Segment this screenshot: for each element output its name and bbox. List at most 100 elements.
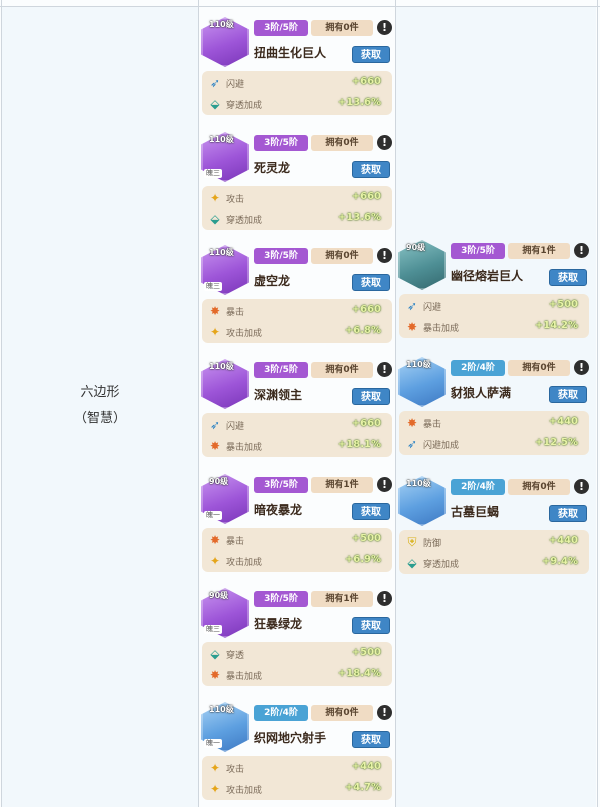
info-icon[interactable]: ! (377, 477, 392, 492)
owned-count: 拥有0件 (311, 248, 373, 264)
row-label: 六边形 （智慧） (2, 380, 198, 432)
owned-count: 拥有0件 (311, 135, 373, 151)
row-label-attribute: （智慧） (73, 411, 126, 426)
get-button[interactable]: 获取 (352, 46, 390, 63)
owned-count: 拥有1件 (311, 477, 373, 493)
stat-name: 穿透加成 (423, 560, 460, 570)
get-button[interactable]: 获取 (352, 617, 390, 634)
stage-badge: 3阶/5阶 (254, 248, 308, 264)
get-button[interactable]: 获取 (352, 503, 390, 520)
pierce-icon: ⬙ (210, 647, 220, 661)
stat-value: +500 (548, 299, 578, 310)
info-icon[interactable]: ! (377, 705, 392, 720)
level-badge: 110级 (209, 135, 234, 144)
stage-badge: 2阶/4阶 (451, 479, 505, 495)
pet-card-header: 110级 魄一 2阶/4阶 拥有0件 ! 织网地穴射手 获取 (201, 701, 393, 753)
pet-name: 虚空龙 (254, 274, 291, 288)
get-button[interactable]: 获取 (352, 388, 390, 405)
attack-icon: ✦ (209, 325, 221, 339)
stat-name: 暴击加成 (226, 672, 263, 682)
stat-name: 暴击加成 (423, 324, 460, 334)
table-right-border (597, 0, 598, 807)
stat-row: ✸ 暴击 +500 (202, 530, 392, 550)
stat-row: ⛨ 防御 +440 (399, 532, 589, 552)
stat-name: 攻击加成 (226, 786, 263, 796)
stat-value: +4.7% (344, 782, 381, 793)
stat-value: +6.9% (344, 554, 381, 565)
pierce-icon: ⬙ (210, 97, 220, 111)
owned-count: 拥有0件 (311, 20, 373, 36)
stat-row: ✸ 暴击加成 +18.4% (202, 665, 392, 685)
stage-badge: 3阶/5阶 (254, 591, 308, 607)
column-divider-2 (395, 0, 396, 807)
info-icon[interactable]: ! (377, 20, 392, 35)
level-badge: 90级 (209, 477, 229, 486)
stat-name: 暴击 (226, 308, 245, 318)
stat-value: +440 (351, 761, 381, 772)
stat-row: ➶ 闪避 +660 (202, 73, 392, 93)
stat-value: +12.5% (534, 437, 578, 448)
stat-row: ➶ 闪避 +500 (399, 296, 589, 316)
get-button[interactable]: 获取 (549, 505, 587, 522)
stat-panel: ⛨ 防御 +440 ⬙ 穿透加成 +9.4% (399, 530, 589, 574)
pierce-icon: ⬙ (407, 556, 417, 570)
level-badge: 90级 (209, 591, 229, 600)
level-badge: 110级 (406, 360, 431, 369)
pet-card-header: 110级 魄三 3阶/5阶 拥有0件 ! 死灵龙 获取 (201, 131, 393, 183)
owned-count: 拥有0件 (508, 360, 570, 376)
stat-name: 攻击 (226, 765, 245, 775)
get-button[interactable]: 获取 (352, 161, 390, 178)
stage-badge: 2阶/4阶 (254, 705, 308, 721)
pet-name: 死灵龙 (254, 161, 291, 175)
get-button[interactable]: 获取 (352, 274, 390, 291)
crit-icon: ✸ (406, 320, 418, 334)
row-label-shape: 六边形 (80, 385, 120, 400)
pet-card-header: 90级 魄一 3阶/5阶 拥有1件 ! 暗夜暴龙 获取 (201, 473, 393, 525)
info-icon[interactable]: ! (377, 591, 392, 606)
stat-value: +440 (548, 535, 578, 546)
stat-row: ✦ 攻击加成 +6.8% (202, 322, 392, 342)
attack-icon: ✦ (209, 761, 221, 775)
attack-icon: ✦ (209, 554, 221, 568)
info-icon[interactable]: ! (377, 248, 392, 263)
info-icon[interactable]: ! (377, 362, 392, 377)
stat-name: 闪避 (226, 422, 245, 432)
dodge-icon: ➶ (209, 76, 221, 90)
stat-panel: ✦ 攻击 +660 ⬙ 穿透加成 +13.6% (202, 186, 392, 230)
stat-value: +18.4% (337, 668, 381, 679)
get-button[interactable]: 获取 (352, 731, 390, 748)
stat-name: 穿透 (226, 651, 245, 661)
stat-name: 暴击加成 (226, 443, 263, 453)
stat-panel: ➶ 闪避 +660 ✸ 暴击加成 +18.1% (202, 413, 392, 457)
stat-name: 攻击加成 (226, 329, 263, 339)
owned-count: 拥有1件 (508, 243, 570, 259)
info-icon[interactable]: ! (377, 135, 392, 150)
stat-name: 暴击 (226, 537, 245, 547)
info-icon[interactable]: ! (574, 479, 589, 494)
owned-count: 拥有0件 (311, 362, 373, 378)
stat-row: ✸ 暴击 +660 (202, 301, 392, 321)
rank-tag: 魄三 (204, 282, 222, 291)
stat-value: +500 (351, 647, 381, 658)
get-button[interactable]: 获取 (549, 386, 587, 403)
pet-name: 狂暴绿龙 (254, 617, 303, 631)
pet-card-header: 110级 2阶/4阶 拥有0件 ! 豺狼人萨满 获取 (398, 356, 590, 408)
level-badge: 110级 (406, 479, 431, 488)
stat-value: +6.8% (344, 325, 381, 336)
stat-value: +18.1% (337, 439, 381, 450)
stat-row: ✦ 攻击加成 +6.9% (202, 551, 392, 571)
dodge-icon: ➶ (406, 299, 418, 313)
stat-row: ➶ 闪避加成 +12.5% (399, 434, 589, 454)
crit-icon: ✸ (209, 533, 221, 547)
pet-name: 深渊领主 (254, 388, 303, 402)
get-button[interactable]: 获取 (549, 269, 587, 286)
stat-value: +660 (351, 304, 381, 315)
stat-row: ✦ 攻击 +660 (202, 188, 392, 208)
stat-value: +9.4% (541, 556, 578, 567)
rank-tag: 魄一 (204, 511, 222, 520)
info-icon[interactable]: ! (574, 243, 589, 258)
stat-value: +660 (351, 418, 381, 429)
stat-name: 暴击 (423, 420, 442, 430)
info-icon[interactable]: ! (574, 360, 589, 375)
table-top-border (0, 6, 600, 7)
